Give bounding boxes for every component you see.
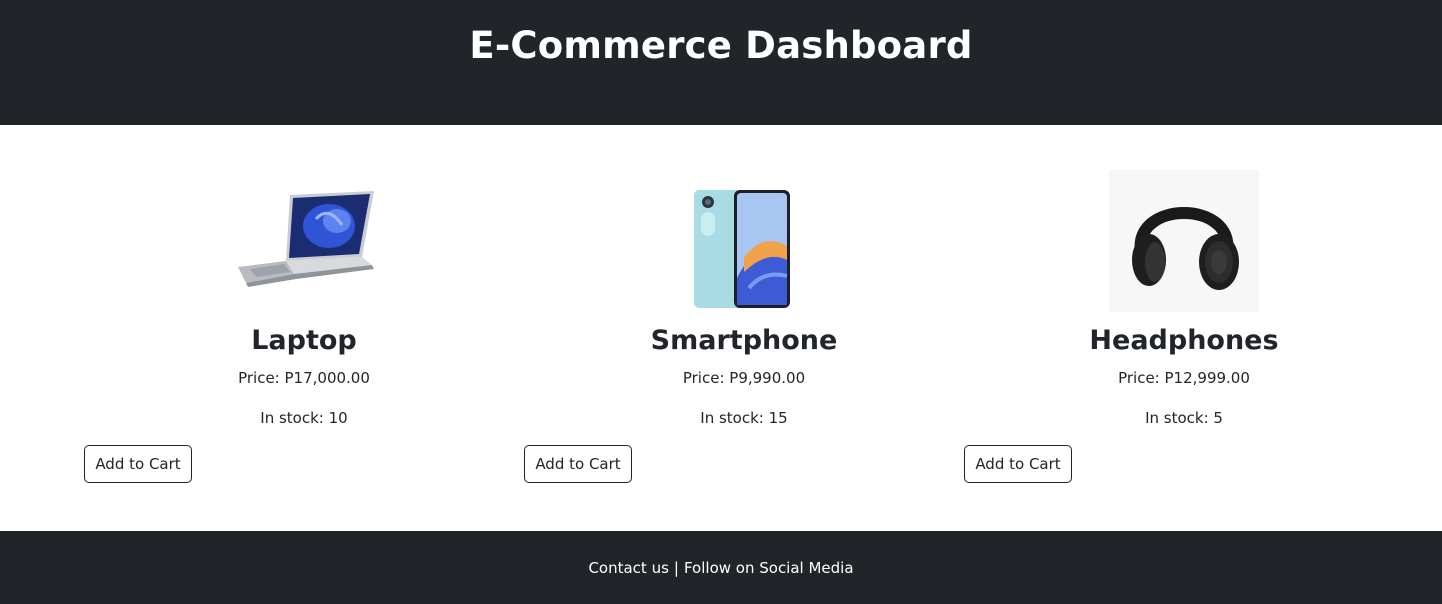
smartphone-image: [694, 190, 790, 308]
product-name: Headphones: [1089, 325, 1279, 356]
contact-us-link[interactable]: Contact us: [588, 559, 668, 577]
product-name: Laptop: [251, 325, 357, 356]
headphones-image: [1109, 170, 1259, 312]
product-name: Smartphone: [650, 325, 838, 356]
add-to-cart-button[interactable]: Add to Cart: [524, 445, 632, 483]
page-title: E-Commerce Dashboard: [469, 24, 973, 67]
page-header: E-Commerce Dashboard: [0, 0, 1442, 125]
social-media-link[interactable]: Follow on Social Media: [684, 559, 854, 577]
add-to-cart-button[interactable]: Add to Cart: [84, 445, 192, 483]
laptop-image: [238, 191, 374, 287]
product-card-laptop: Laptop Price: P17,000.00 In stock: 10 Ad…: [84, 125, 524, 531]
page-footer: Contact us | Follow on Social Media: [0, 531, 1442, 604]
product-stock: In stock: 15: [700, 409, 788, 427]
product-stock: In stock: 10: [260, 409, 348, 427]
add-to-cart-button[interactable]: Add to Cart: [964, 445, 1072, 483]
product-stock: In stock: 5: [1145, 409, 1223, 427]
product-price: Price: P9,990.00: [682, 369, 806, 387]
product-card-smartphone: Smartphone Price: P9,990.00 In stock: 15…: [524, 125, 964, 531]
product-price: Price: P17,000.00: [238, 369, 370, 387]
product-card-headphones: Headphones Price: P12,999.00 In stock: 5…: [964, 125, 1404, 531]
footer-separator: |: [673, 558, 679, 577]
product-price: Price: P12,999.00: [1118, 369, 1250, 387]
product-list: Laptop Price: P17,000.00 In stock: 10 Ad…: [0, 125, 1442, 531]
